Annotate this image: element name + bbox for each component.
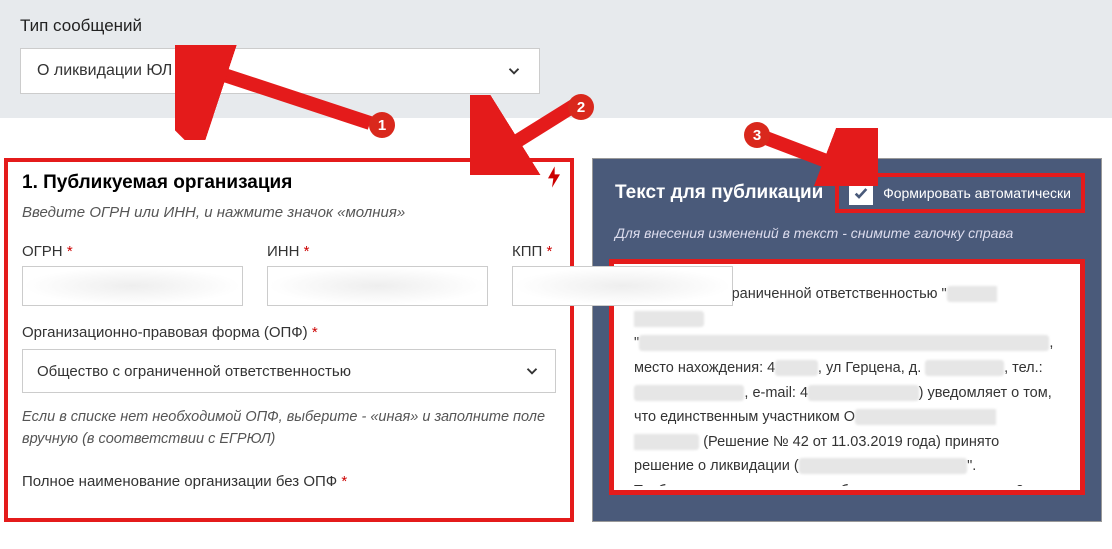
chevron-down-icon (505, 62, 523, 80)
checkmark-icon (853, 185, 869, 201)
fullname-label: Полное наименование организации без ОПФ … (22, 473, 556, 490)
callout-badge-3: 3 (744, 122, 770, 148)
dropdown-value: О ликвидации ЮЛ (37, 62, 172, 80)
opf-select[interactable]: Общество с ограниченной ответственностью (22, 349, 556, 393)
ogrn-label: ОГРН * (22, 243, 243, 260)
main-row: 1. Публикуемая организация Введите ОГРН … (0, 158, 1112, 522)
callout-badge-2: 2 (568, 94, 594, 120)
section-1-title: 1. Публикуемая организация (22, 172, 556, 194)
arrow-1-icon (175, 45, 385, 140)
inn-label: ИНН * (267, 243, 488, 260)
publishing-org-panel: 1. Публикуемая организация Введите ОГРН … (4, 158, 574, 522)
inn-input[interactable] (267, 266, 488, 306)
opf-hint: Если в списке нет необходимой ОПФ, выбер… (22, 407, 556, 451)
opf-label: Организационно-правовая форма (ОПФ) * (22, 324, 556, 341)
chevron-down-icon (523, 362, 541, 380)
publication-text-panel: Текст для публикации Формировать автомат… (592, 158, 1102, 522)
message-type-label: Тип сообщений (20, 16, 1092, 36)
kpp-label: КПП * (512, 243, 733, 260)
auto-generate-label: Формировать автоматически (883, 185, 1071, 201)
arrow-3-icon (758, 128, 878, 186)
callout-badge-1: 1 (369, 112, 395, 138)
opf-value: Общество с ограниченной ответственностью (37, 363, 351, 380)
ogrn-input[interactable] (22, 266, 243, 306)
section-1-hint: Введите ОГРН или ИНН, и нажмите значок «… (22, 204, 556, 221)
kpp-input[interactable] (512, 266, 733, 306)
